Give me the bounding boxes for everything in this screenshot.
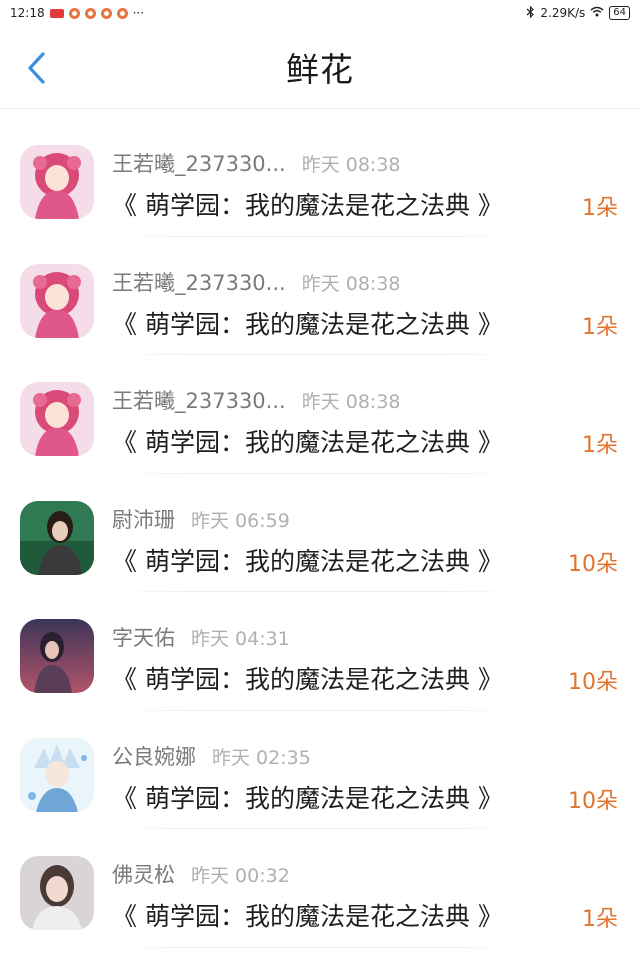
timestamp: 昨天 02:35 bbox=[212, 746, 311, 769]
username[interactable]: 佛灵松 bbox=[112, 859, 175, 889]
username[interactable]: 字天佑 bbox=[112, 622, 175, 652]
list-item[interactable]: 王若曦_237330... 昨天 08:38 《 萌学园：我的魔法是花之法典 》… bbox=[0, 118, 640, 237]
timestamp: 昨天 08:38 bbox=[301, 272, 401, 295]
book-title[interactable]: 《 萌学园：我的魔法是花之法典 》 bbox=[112, 423, 530, 459]
list-item[interactable]: 王若曦_237330... 昨天 08:38 《 萌学园：我的魔法是花之法典 》… bbox=[0, 237, 640, 355]
item-info: 尉沛珊 昨天 06:59 《 萌学园：我的魔法是花之法典 》 bbox=[112, 504, 530, 578]
back-button[interactable] bbox=[18, 46, 54, 90]
avatar[interactable] bbox=[20, 619, 94, 693]
avatar[interactable] bbox=[20, 856, 94, 930]
item-info: 王若曦_237330... 昨天 08:38 《 萌学园：我的魔法是花之法典 》 bbox=[112, 148, 530, 222]
timestamp: 昨天 04:31 bbox=[191, 628, 290, 650]
username[interactable]: 尉沛珊 bbox=[112, 504, 175, 534]
flower-count: 10朵 bbox=[568, 670, 618, 695]
status-right: 2.29K/s 64 bbox=[526, 5, 630, 21]
flower-count: 10朵 bbox=[568, 788, 618, 814]
app-notification-icon bbox=[49, 8, 64, 18]
flower-count: 1朵 bbox=[582, 433, 618, 458]
item-meta: 王若曦_237330... 昨天 08:38 bbox=[112, 267, 530, 297]
bluetooth-icon bbox=[526, 5, 535, 21]
book-title[interactable]: 《 萌学园：我的魔法是花之法典 》 bbox=[112, 897, 530, 933]
item-meta: 公良婉娜 昨天 02:35 bbox=[112, 741, 530, 771]
book-title[interactable]: 《 萌学园：我的魔法是花之法典 》 bbox=[112, 186, 530, 222]
username[interactable]: 王若曦_237330... bbox=[112, 148, 286, 178]
username[interactable]: 公良婉娜 bbox=[112, 741, 196, 771]
item-info: 字天佑 昨天 04:31 《 萌学园：我的魔法是花之法典 》 bbox=[112, 622, 530, 696]
list-item[interactable]: 公良婉娜 昨天 02:35 《 萌学园：我的魔法是花之法典 》 10朵 bbox=[0, 711, 640, 829]
more-notifications: ··· bbox=[132, 6, 145, 20]
list-item[interactable]: 王若曦_237330... 昨天 08:38 《 萌学园：我的魔法是花之法典 》… bbox=[0, 355, 640, 474]
item-info: 王若曦_237330... 昨天 08:38 《 萌学园：我的魔法是花之法典 》 bbox=[112, 267, 530, 341]
book-title[interactable]: 《 萌学园：我的魔法是花之法典 》 bbox=[112, 542, 530, 578]
divider bbox=[112, 946, 520, 948]
avatar[interactable] bbox=[20, 382, 94, 456]
list-item[interactable]: 佛灵松 昨天 00:32 《 萌学园：我的魔法是花之法典 》 1朵 bbox=[0, 829, 640, 948]
item-meta: 王若曦_237330... 昨天 08:38 bbox=[112, 148, 530, 178]
timestamp: 昨天 08:38 bbox=[301, 154, 401, 176]
network-speed: 2.29K/s bbox=[540, 6, 586, 20]
status-bar: 12:18 ··· 2.29K/s 64 bbox=[0, 0, 640, 26]
list-item[interactable]: 尉沛珊 昨天 06:59 《 萌学园：我的魔法是花之法典 》 10朵 bbox=[0, 474, 640, 592]
timestamp: 昨天 08:38 bbox=[301, 391, 401, 413]
avatar[interactable] bbox=[20, 737, 94, 812]
item-info: 佛灵松 昨天 00:32 《 萌学园：我的魔法是花之法典 》 bbox=[112, 859, 530, 933]
list-item[interactable]: 字天佑 昨天 04:31 《 萌学园：我的魔法是花之法典 》 10朵 bbox=[0, 592, 640, 711]
flower-count: 1朵 bbox=[582, 907, 618, 932]
notification-icon bbox=[68, 7, 80, 19]
flower-list: 王若曦_237330... 昨天 08:38 《 萌学园：我的魔法是花之法典 》… bbox=[0, 118, 640, 948]
flower-count: 10朵 bbox=[568, 551, 618, 577]
book-title[interactable]: 《 萌学园：我的魔法是花之法典 》 bbox=[112, 660, 530, 696]
status-left: 12:18 ··· bbox=[10, 6, 144, 20]
header: 鲜花 bbox=[0, 26, 640, 109]
book-title[interactable]: 《 萌学园：我的魔法是花之法典 》 bbox=[112, 779, 530, 815]
wifi-icon bbox=[590, 6, 604, 20]
notification-icon bbox=[116, 7, 128, 19]
timestamp: 昨天 06:59 bbox=[191, 509, 290, 532]
page-title: 鲜花 bbox=[286, 50, 354, 89]
notification-icon bbox=[84, 7, 96, 19]
avatar[interactable] bbox=[20, 263, 94, 338]
status-time: 12:18 bbox=[10, 6, 45, 20]
item-info: 王若曦_237330... 昨天 08:38 《 萌学园：我的魔法是花之法典 》 bbox=[112, 385, 530, 459]
book-title[interactable]: 《 萌学园：我的魔法是花之法典 》 bbox=[112, 305, 530, 341]
timestamp: 昨天 00:32 bbox=[191, 865, 290, 887]
item-meta: 王若曦_237330... 昨天 08:38 bbox=[112, 385, 530, 415]
avatar[interactable] bbox=[20, 145, 94, 219]
item-meta: 字天佑 昨天 04:31 bbox=[112, 622, 530, 652]
username[interactable]: 王若曦_237330... bbox=[112, 385, 286, 415]
item-meta: 佛灵松 昨天 00:32 bbox=[112, 859, 530, 889]
item-meta: 尉沛珊 昨天 06:59 bbox=[112, 504, 530, 534]
username[interactable]: 王若曦_237330... bbox=[112, 267, 286, 297]
chevron-left-icon bbox=[28, 52, 45, 84]
flower-count: 1朵 bbox=[582, 196, 618, 221]
flower-count: 1朵 bbox=[582, 314, 618, 340]
avatar[interactable] bbox=[20, 500, 94, 575]
battery-indicator: 64 bbox=[609, 6, 630, 20]
item-info: 公良婉娜 昨天 02:35 《 萌学园：我的魔法是花之法典 》 bbox=[112, 741, 530, 815]
notification-icon bbox=[100, 7, 112, 19]
